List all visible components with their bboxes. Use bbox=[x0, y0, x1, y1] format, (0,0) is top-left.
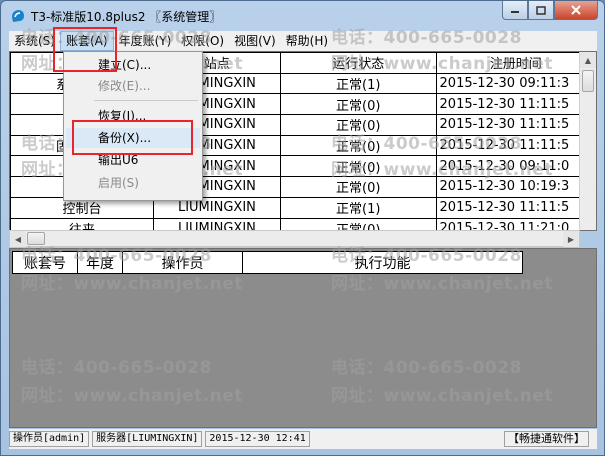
scroll-right-arrow-icon[interactable]: ▶ bbox=[563, 231, 579, 247]
menu-item-restore[interactable]: 恢复(I)... bbox=[66, 106, 200, 126]
status-datetime: 2015-12-30 12:41 bbox=[205, 431, 310, 447]
table-cell: 2015-12-30 11:11:5 bbox=[435, 134, 596, 157]
status-operator: 操作员[admin] bbox=[9, 431, 90, 447]
table-cell: 正常(0) bbox=[279, 134, 437, 157]
close-icon bbox=[571, 5, 581, 15]
operation-log-table: 账套号 年度 操作员 执行功能 bbox=[12, 251, 523, 274]
account-set-dropdown-menu: 建立(C)... 修改(E)... 恢复(I)... 备份(X)... 输出U6… bbox=[63, 51, 203, 201]
scroll-up-arrow-icon[interactable]: ▲ bbox=[580, 52, 596, 68]
main-window: T3-标准版10.8plus2 〖系统管理〗 系统(S) 账套(A) 年度账(Y… bbox=[0, 0, 605, 456]
table-cell: 2015-12-30 09:11:0 bbox=[435, 155, 596, 178]
column-header[interactable]: 年度 bbox=[77, 251, 123, 274]
column-header[interactable]: 运行状态 bbox=[279, 52, 437, 74]
menu-bar: 系统(S) 账套(A) 年度账(Y) 权限(O) 视图(V) 帮助(H) bbox=[9, 31, 597, 51]
status-bar: 操作员[admin] 服务器[LIUMINGXIN] 2015-12-30 12… bbox=[9, 429, 597, 449]
minimize-button[interactable] bbox=[502, 1, 528, 20]
column-header[interactable]: 注册时间 bbox=[435, 52, 596, 74]
window-controls bbox=[502, 1, 598, 21]
maximize-button[interactable] bbox=[528, 1, 554, 20]
menu-permission[interactable]: 权限(O) bbox=[176, 31, 229, 51]
table-cell: 正常(1) bbox=[279, 196, 437, 219]
menu-item-enable[interactable]: 启用(S) bbox=[66, 173, 200, 193]
menu-item-modify[interactable]: 修改(E)... bbox=[66, 76, 200, 96]
menu-item-backup[interactable]: 备份(X)... bbox=[66, 128, 200, 148]
vertical-scrollbar[interactable]: ▲ bbox=[579, 52, 596, 230]
table-cell: 正常(0) bbox=[279, 114, 437, 136]
table-cell: 正常(0) bbox=[279, 176, 437, 198]
menu-account-set[interactable]: 账套(A) bbox=[59, 31, 114, 51]
menu-separator bbox=[94, 100, 198, 101]
log-header-row: 账套号 年度 操作员 执行功能 bbox=[12, 251, 523, 274]
status-brand: 【畅捷通软件】 bbox=[504, 431, 589, 447]
horizontal-scrollbar[interactable]: ◀ ▶ bbox=[9, 230, 580, 247]
table-cell: 2015-12-30 11:11:5 bbox=[435, 196, 596, 219]
menu-item-export-u6[interactable]: 输出U6 bbox=[66, 150, 200, 170]
table-cell: 2015-12-30 11:11:5 bbox=[435, 114, 596, 136]
maximize-icon bbox=[536, 5, 546, 15]
app-logo-icon bbox=[12, 10, 24, 22]
horizontal-scroll-thumb[interactable] bbox=[27, 232, 45, 245]
table-cell: 正常(0) bbox=[279, 93, 437, 116]
table-cell: 正常(1) bbox=[279, 72, 437, 95]
menu-annual-account[interactable]: 年度账(Y) bbox=[114, 31, 177, 51]
menu-item-create[interactable]: 建立(C)... bbox=[66, 55, 200, 75]
column-header[interactable]: 操作员 bbox=[122, 251, 243, 274]
close-button[interactable] bbox=[554, 1, 598, 20]
vertical-scroll-thumb[interactable] bbox=[582, 70, 594, 92]
column-header[interactable]: 账套号 bbox=[12, 251, 78, 274]
column-header[interactable]: 执行功能 bbox=[242, 251, 523, 274]
table-cell: 正常(0) bbox=[279, 155, 437, 178]
table-cell: 2015-12-30 11:11:5 bbox=[435, 93, 596, 116]
title-bar[interactable]: T3-标准版10.8plus2 〖系统管理〗 bbox=[1, 1, 604, 31]
scroll-left-arrow-icon[interactable]: ◀ bbox=[10, 231, 26, 247]
status-server: 服务器[LIUMINGXIN] bbox=[92, 431, 203, 447]
operation-log-panel: 账套号 年度 操作员 执行功能 bbox=[9, 248, 597, 428]
menu-help[interactable]: 帮助(H) bbox=[281, 31, 333, 51]
menu-system[interactable]: 系统(S) bbox=[9, 31, 60, 51]
table-cell: 2015-12-30 10:19:3 bbox=[435, 176, 596, 198]
table-cell: 2015-12-30 09:11:3 bbox=[435, 72, 596, 95]
window-title: T3-标准版10.8plus2 〖系统管理〗 bbox=[31, 10, 222, 24]
menu-view[interactable]: 视图(V) bbox=[229, 31, 281, 51]
minimize-icon bbox=[511, 11, 519, 13]
